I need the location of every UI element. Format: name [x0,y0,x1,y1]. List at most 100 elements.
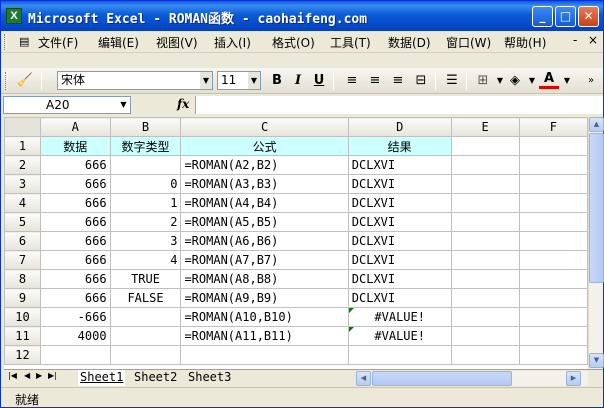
menubar-grip[interactable] [4,34,7,50]
formula-input[interactable] [195,96,603,114]
cell-e4[interactable] [450,193,520,213]
horizontal-scrollbar[interactable]: ◀ ▶ [356,371,588,386]
cell-f2[interactable] [518,155,588,175]
prev-sheet-icon[interactable]: ◀ [24,371,30,380]
cell-d1[interactable]: 结果 [347,136,452,156]
row-header[interactable]: 6 [4,231,41,251]
row-header[interactable]: 1 [4,136,41,156]
cell-a10[interactable]: -666 [39,307,111,327]
menu-tools[interactable]: 工具(T) [330,34,371,51]
vertical-scrollbar[interactable]: ▲ ▼ [588,117,604,369]
cell-c8[interactable]: =ROMAN(A8,B8) [180,269,349,289]
cell-e11[interactable] [450,326,520,346]
cell-e3[interactable] [450,174,520,194]
menu-format[interactable]: 格式(O) [272,34,315,51]
scroll-down-icon[interactable]: ▼ [589,353,604,368]
cell-f9[interactable] [518,288,588,308]
row-header[interactable]: 5 [4,212,41,232]
chevron-down-icon[interactable]: ▼ [117,97,130,113]
cell-a7[interactable]: 666 [39,250,111,270]
cell-a12[interactable] [39,345,111,365]
cell-d11[interactable]: #VALUE! [347,326,452,346]
cell-a11[interactable]: 4000 [39,326,111,346]
scroll-left-icon[interactable]: ◀ [356,371,371,386]
cell-e12[interactable] [450,345,520,365]
name-box[interactable]: A20 ▼ [3,96,131,114]
cell-b11[interactable] [109,326,182,346]
cell-e6[interactable] [450,231,520,251]
align-right-icon[interactable]: ≡ [388,72,408,90]
tab-sheet2[interactable]: Sheet2 [132,370,179,386]
cell-f7[interactable] [518,250,588,270]
cell-f11[interactable] [518,326,588,346]
cell-f8[interactable] [518,269,588,289]
menu-help[interactable]: 帮助(H) [504,34,546,51]
cell-e2[interactable] [450,155,520,175]
cell-a6[interactable]: 666 [39,231,111,251]
indent-icon[interactable]: ☰ [442,72,462,90]
last-sheet-icon[interactable]: ▶| [48,371,57,380]
cell-d12[interactable] [347,345,452,365]
menu-view[interactable]: 视图(V) [156,34,198,51]
row-header[interactable]: 7 [4,250,41,270]
select-all-corner[interactable] [4,117,41,137]
cell-f4[interactable] [518,193,588,213]
row-header[interactable]: 4 [4,193,41,213]
cell-b1[interactable]: 数字类型 [109,136,182,156]
cell-d10[interactable]: #VALUE! [347,307,452,327]
column-header-f[interactable]: F [518,117,588,137]
cell-a2[interactable]: 666 [39,155,111,175]
cell-e9[interactable] [450,288,520,308]
doc-minimize-button[interactable]: - [573,33,577,47]
doc-icon[interactable]: ▤ [19,35,29,48]
column-header-a[interactable]: A [39,117,111,137]
cell-e7[interactable] [450,250,520,270]
cell-a1[interactable]: 数据 [39,136,111,156]
row-header[interactable]: 8 [4,269,41,289]
excel-app-icon[interactable]: X [6,8,22,24]
cell-b5[interactable]: 2 [109,212,182,232]
column-header-c[interactable]: C [180,117,349,137]
toolbar-grip[interactable] [5,72,8,90]
column-header-b[interactable]: B [109,117,182,137]
cell-b3[interactable]: 0 [109,174,182,194]
cell-d7[interactable]: DCLXVI [347,250,452,270]
align-left-icon[interactable]: ≡ [342,72,362,90]
cell-d3[interactable]: DCLXVI [347,174,452,194]
cell-b9[interactable]: FALSE [109,288,182,308]
doc-close-button[interactable]: × [588,33,598,47]
menu-edit[interactable]: 编辑(E) [98,34,139,51]
tab-sheet1[interactable]: Sheet1 [78,370,126,386]
vertical-scroll-thumb[interactable] [589,133,604,283]
cell-b12[interactable] [109,345,182,365]
chevron-down-icon[interactable]: ▼ [200,72,212,89]
cell-e10[interactable] [450,307,520,327]
row-header[interactable]: 2 [4,155,41,175]
next-sheet-icon[interactable]: ▶ [36,371,42,380]
align-center-icon[interactable]: ≡ [365,72,385,90]
chevron-down-icon[interactable]: ▼ [248,72,260,89]
scroll-right-icon[interactable]: ▶ [566,371,581,386]
column-header-d[interactable]: D [347,117,452,137]
cell-f12[interactable] [518,345,588,365]
cell-b7[interactable]: 4 [109,250,182,270]
cell-f3[interactable] [518,174,588,194]
cell-c11[interactable]: =ROMAN(A11,B11) [180,326,349,346]
cell-b2[interactable] [109,155,182,175]
cell-e5[interactable] [450,212,520,232]
menu-window[interactable]: 窗口(W) [446,34,491,51]
merge-center-icon[interactable]: ⊟ [411,72,431,90]
cell-b4[interactable]: 1 [109,193,182,213]
cell-d4[interactable]: DCLXVI [347,193,452,213]
toolbar-options-icon[interactable]: » [581,72,601,90]
maximize-button[interactable]: □ [555,6,576,27]
cell-b6[interactable]: 3 [109,231,182,251]
row-header[interactable]: 11 [4,326,41,346]
cell-a5[interactable]: 666 [39,212,111,232]
cell-d5[interactable]: DCLXVI [347,212,452,232]
underline-button[interactable]: U [309,72,329,90]
cell-d8[interactable]: DCLXVI [347,269,452,289]
row-header[interactable]: 9 [4,288,41,308]
cell-f10[interactable] [518,307,588,327]
cell-a8[interactable]: 666 [39,269,111,289]
